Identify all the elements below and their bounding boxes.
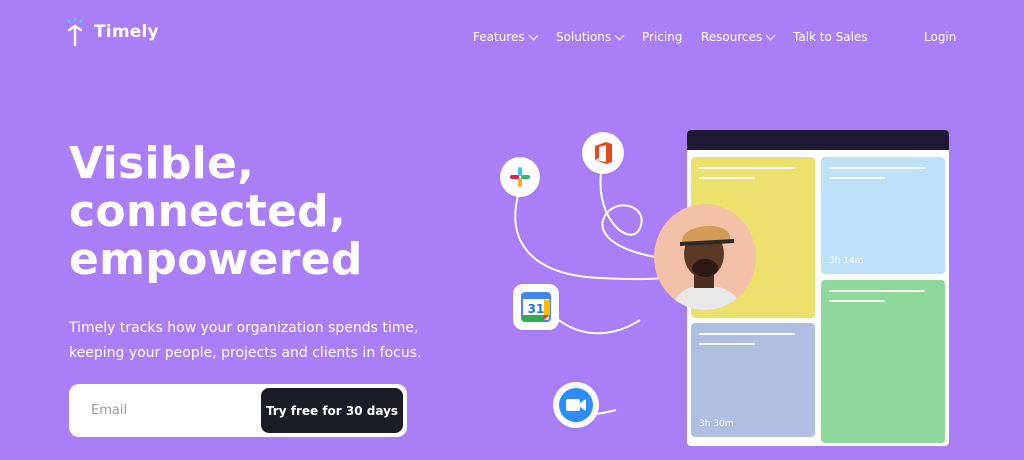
nav-pricing-label: Pricing	[642, 30, 683, 44]
nav-talk-to-sales[interactable]: Talk to Sales	[793, 30, 868, 44]
time-card: 3h 14m	[821, 157, 945, 274]
slack-icon	[500, 157, 540, 197]
email-input[interactable]	[73, 403, 261, 418]
nav-talk-to-sales-label: Talk to Sales	[793, 30, 868, 44]
nav-solutions-label: Solutions	[556, 30, 612, 44]
brand-logo[interactable]: Timely	[64, 17, 159, 47]
chevron-down-icon	[614, 30, 625, 40]
nav-features-label: Features	[473, 30, 525, 44]
headline-line-2: connected,	[69, 186, 346, 237]
user-avatar	[654, 204, 756, 310]
nav-solutions[interactable]: Solutions	[556, 30, 642, 44]
time-card	[821, 280, 945, 443]
nav-features[interactable]: Features	[473, 30, 556, 44]
hero-subtitle: Timely tracks how your organization spen…	[69, 320, 422, 361]
office-icon	[582, 132, 624, 174]
chevron-down-icon	[765, 30, 776, 40]
time-card: 3h 30m	[691, 323, 815, 437]
nav-pricing[interactable]: Pricing	[642, 30, 701, 44]
board-header	[687, 130, 949, 150]
try-free-button[interactable]: Try free for 30 days	[261, 388, 403, 433]
zoom-icon	[553, 382, 599, 428]
card-duration: 3h 14m	[829, 256, 864, 266]
signup-form: Try free for 30 days	[69, 384, 407, 437]
hero-headline: Visible, connected, empowered	[69, 140, 363, 284]
calendar-day: 31	[528, 302, 545, 316]
headline-line-3: empowered	[69, 234, 363, 285]
login-link[interactable]: Login	[924, 30, 956, 44]
main-nav: Features Solutions Pricing Resources Tal…	[473, 30, 868, 44]
nav-resources-label: Resources	[701, 30, 763, 44]
card-duration: 3h 30m	[699, 419, 734, 429]
brand-name: Timely	[94, 22, 159, 42]
timely-logo-icon	[64, 17, 86, 47]
google-calendar-icon: 31	[513, 284, 559, 330]
chevron-down-icon	[528, 30, 539, 40]
headline-line-1: Visible,	[69, 138, 255, 189]
nav-resources[interactable]: Resources	[701, 30, 793, 44]
